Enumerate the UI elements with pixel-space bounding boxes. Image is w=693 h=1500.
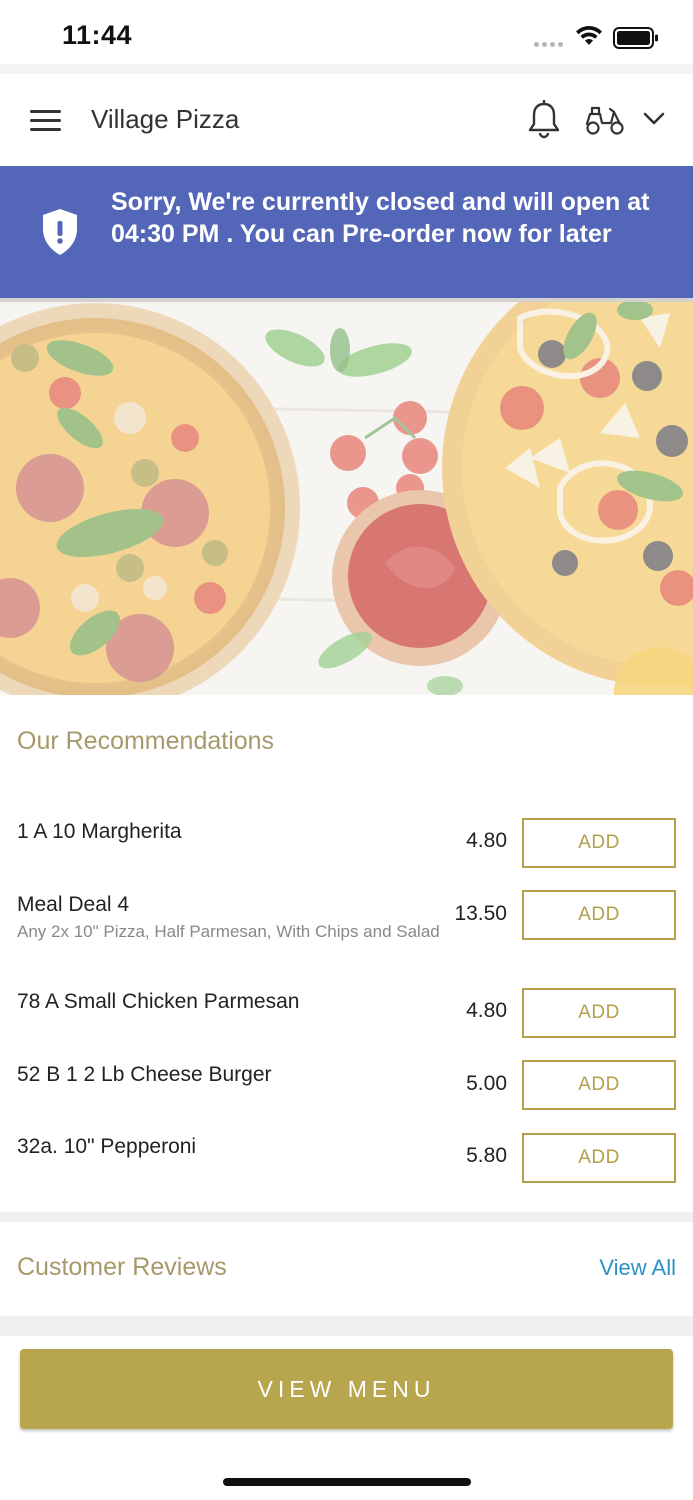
item-description: Any 2x 10" Pizza, Half Parmesan, With Ch… (17, 922, 440, 941)
item-price: 4.80 (466, 999, 507, 1022)
shield-alert-icon (43, 209, 77, 255)
home-indicator[interactable] (223, 1478, 471, 1486)
chevron-down-icon[interactable] (643, 112, 665, 126)
cellular-signal-icon (534, 42, 563, 47)
closed-banner: Sorry, We're currently closed and will o… (0, 166, 693, 298)
add-button[interactable]: ADD (522, 1060, 676, 1110)
restaurant-title: Village Pizza (91, 104, 240, 134)
item-price: 5.00 (466, 1072, 507, 1095)
bell-icon[interactable] (527, 100, 561, 140)
scooter-icon[interactable] (584, 104, 626, 136)
item-price: 5.80 (466, 1144, 507, 1167)
item-name: 32a. 10" Pepperoni (17, 1135, 197, 1158)
divider (0, 64, 693, 74)
view-menu-button[interactable]: VIEW MENU (20, 1349, 673, 1429)
item-price: 4.80 (466, 829, 507, 852)
add-button[interactable]: ADD (522, 988, 676, 1038)
app-header: Village Pizza (0, 74, 693, 166)
section-divider (0, 1316, 693, 1336)
section-divider (0, 1212, 693, 1222)
hero-image (0, 298, 693, 695)
menu-icon[interactable] (30, 110, 61, 132)
battery-icon (613, 27, 658, 49)
wifi-icon (576, 25, 602, 45)
add-button[interactable]: ADD (522, 818, 676, 868)
item-name: Meal Deal 4 (17, 893, 130, 916)
item-name: 52 B 1 2 Lb Cheese Burger (17, 1063, 272, 1086)
status-bar: 11:44 (0, 0, 693, 72)
view-all-reviews-link[interactable]: View All (599, 1255, 676, 1281)
item-name: 78 A Small Chicken Parmesan (17, 990, 300, 1013)
item-price: 13.50 (454, 902, 507, 925)
pizza-illustration (0, 298, 693, 695)
status-time: 11:44 (62, 20, 133, 50)
reviews-title: Customer Reviews (17, 1253, 227, 1281)
closed-message: Sorry, We're currently closed and will o… (111, 188, 650, 248)
add-button[interactable]: ADD (522, 890, 676, 940)
divider (0, 298, 693, 302)
item-name: 1 A 10 Margherita (17, 820, 182, 843)
recommendations-title: Our Recommendations (17, 727, 275, 755)
add-button[interactable]: ADD (522, 1133, 676, 1183)
